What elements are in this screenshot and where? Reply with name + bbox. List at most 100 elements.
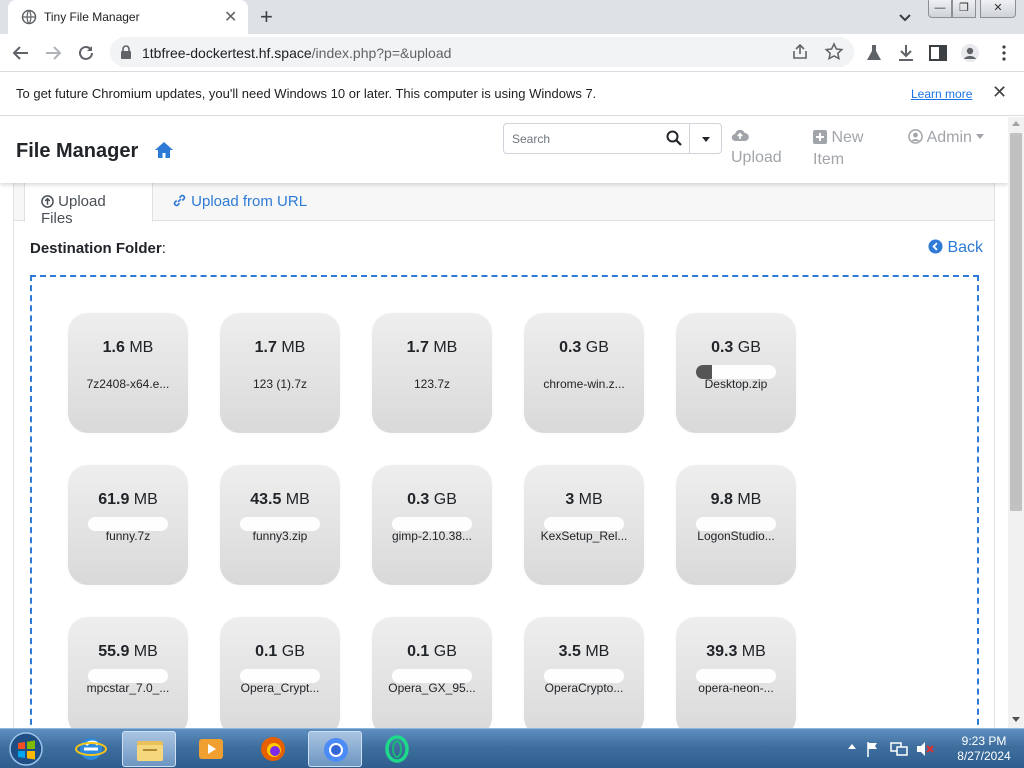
- file-tile[interactable]: 1.6 MB 7z2408-x64.e...: [68, 313, 188, 433]
- file-size-unit: MB: [585, 643, 610, 660]
- share-icon[interactable]: [790, 42, 810, 62]
- file-size-unit: MB: [741, 643, 766, 660]
- firefox-taskbar-button[interactable]: [246, 731, 300, 767]
- file-size-value: 0.3: [559, 339, 582, 356]
- reload-icon[interactable]: [77, 44, 95, 62]
- back-link[interactable]: Back: [928, 239, 983, 257]
- close-tab-icon[interactable]: ✕: [224, 7, 237, 27]
- file-explorer-taskbar-button[interactable]: [122, 731, 176, 767]
- url-text: 1tbfree-dockertest.hf.space/index.php?p=…: [142, 45, 451, 61]
- file-size-unit: MB: [129, 339, 154, 356]
- home-icon[interactable]: [154, 141, 174, 159]
- file-name: Opera_GX_95...: [388, 681, 476, 695]
- file-size: 3 MB: [524, 491, 644, 509]
- file-tile[interactable]: 3.5 MB OperaCrypto...: [524, 617, 644, 728]
- file-size-value: 39.3: [706, 643, 738, 660]
- learn-more-link[interactable]: Learn more: [911, 87, 972, 101]
- page-title[interactable]: File Manager: [16, 140, 138, 163]
- file-tile[interactable]: 9.8 MB LogonStudio...: [676, 465, 796, 585]
- search-options-dropdown[interactable]: [690, 124, 722, 153]
- admin-dropdown[interactable]: Admin: [908, 129, 985, 147]
- star-icon[interactable]: [824, 42, 844, 62]
- close-infobar-icon[interactable]: ✕: [992, 82, 1007, 103]
- browser-tab-strip: Tiny File Manager ✕ + — ❐ ✕: [0, 0, 1024, 34]
- flask-icon[interactable]: [864, 43, 884, 63]
- file-name: KexSetup_Rel...: [540, 529, 628, 543]
- file-size: 0.1 GB: [372, 643, 492, 661]
- menu-dots-icon[interactable]: [994, 43, 1014, 63]
- address-bar[interactable]: 1tbfree-dockertest.hf.space/index.php?p=…: [110, 37, 854, 67]
- file-size-value: 55.9: [98, 643, 130, 660]
- file-size-value: 0.1: [407, 643, 430, 660]
- file-size: 0.1 GB: [220, 643, 340, 661]
- file-size-value: 1.7: [406, 339, 429, 356]
- media-player-taskbar-button[interactable]: [184, 731, 238, 767]
- scrollbar-thumb[interactable]: [1010, 133, 1022, 511]
- file-tile[interactable]: 0.1 GB Opera_Crypt...: [220, 617, 340, 728]
- flag-icon[interactable]: [866, 741, 880, 757]
- file-size-unit: GB: [433, 491, 457, 508]
- profile-icon[interactable]: [960, 43, 980, 63]
- file-tile[interactable]: 3 MB KexSetup_Rel...: [524, 465, 644, 585]
- arrow-circle-up-icon: [41, 195, 54, 208]
- file-tile[interactable]: 0.3 GB Desktop.zip: [676, 313, 796, 433]
- back-label: Back: [947, 239, 984, 256]
- file-name: OperaCrypto...: [544, 681, 624, 695]
- page-scrollbar[interactable]: [1008, 117, 1024, 728]
- internet-explorer-taskbar-button[interactable]: [64, 731, 118, 767]
- opera-taskbar-button[interactable]: [370, 731, 424, 767]
- arrow-circle-left-icon: [928, 239, 943, 254]
- file-size-value: 1.7: [254, 339, 277, 356]
- minimize-button[interactable]: —: [928, 0, 952, 18]
- tab-upload-url[interactable]: Upload from URL: [156, 183, 323, 221]
- forward-arrow-icon[interactable]: [44, 44, 62, 62]
- windows-taskbar: 9:23 PM 8/27/2024: [0, 728, 1024, 768]
- side-panel-icon[interactable]: [928, 43, 948, 63]
- file-tile[interactable]: 1.7 MB 123.7z: [372, 313, 492, 433]
- caret-down-icon: [976, 134, 985, 139]
- network-icon[interactable]: [890, 741, 908, 757]
- scroll-down-arrow-icon[interactable]: [1012, 717, 1020, 722]
- file-name: 7z2408-x64.e...: [86, 377, 170, 391]
- chevron-down-icon[interactable]: [896, 8, 914, 26]
- volume-muted-icon[interactable]: [916, 741, 934, 757]
- download-icon[interactable]: [896, 43, 916, 63]
- globe-icon: [21, 9, 37, 25]
- file-tile[interactable]: 39.3 MB opera-neon-...: [676, 617, 796, 728]
- chromium-icon: [324, 738, 348, 762]
- browser-tab[interactable]: Tiny File Manager ✕: [8, 0, 248, 34]
- file-tile[interactable]: 1.7 MB 123 (1).7z: [220, 313, 340, 433]
- file-tile[interactable]: 43.5 MB funny3.zip: [220, 465, 340, 585]
- file-size-unit: GB: [433, 643, 457, 660]
- upload-tabs: Upload Files Upload from URL: [14, 183, 994, 227]
- close-window-button[interactable]: ✕: [980, 0, 1016, 18]
- upload-card: Upload Files Upload from URL Destination…: [13, 183, 995, 728]
- file-tile[interactable]: 0.1 GB Opera_GX_95...: [372, 617, 492, 728]
- tab-upload-url-label: Upload from URL: [191, 193, 308, 210]
- start-button[interactable]: [6, 731, 46, 767]
- file-size: 0.3 GB: [372, 491, 492, 509]
- taskbar-clock[interactable]: 9:23 PM 8/27/2024: [952, 734, 1016, 764]
- file-tile[interactable]: 0.3 GB gimp-2.10.38...: [372, 465, 492, 585]
- file-name: Opera_Crypt...: [240, 681, 320, 695]
- file-tile[interactable]: 0.3 GB chrome-win.z...: [524, 313, 644, 433]
- upload-dropzone[interactable]: 1.6 MB 7z2408-x64.e... 1.7 MB 123 (1).7z 1.7…: [30, 275, 979, 728]
- chromium-taskbar-button[interactable]: [308, 731, 362, 767]
- file-tile[interactable]: 61.9 MB funny.7z: [68, 465, 188, 585]
- back-arrow-icon[interactable]: [12, 44, 30, 62]
- search-button[interactable]: [658, 124, 690, 153]
- upload-nav-link[interactable]: Upload: [731, 127, 782, 167]
- tray-expand-icon[interactable]: [848, 744, 856, 749]
- maximize-button[interactable]: ❐: [952, 0, 976, 18]
- file-size-unit: GB: [281, 643, 305, 660]
- scroll-up-arrow-icon[interactable]: [1012, 121, 1020, 126]
- internet-explorer-icon: [75, 738, 107, 760]
- file-size: 1.7 MB: [372, 339, 492, 357]
- admin-label: Admin: [926, 129, 972, 146]
- lock-icon[interactable]: [120, 45, 132, 59]
- new-item-nav-link[interactable]: New Item: [813, 129, 863, 169]
- new-tab-icon[interactable]: +: [260, 4, 273, 30]
- file-tile[interactable]: 55.9 MB mpcstar_7.0_...: [68, 617, 188, 728]
- search-input[interactable]: [504, 124, 654, 153]
- tab-upload-files[interactable]: Upload Files: [24, 183, 153, 227]
